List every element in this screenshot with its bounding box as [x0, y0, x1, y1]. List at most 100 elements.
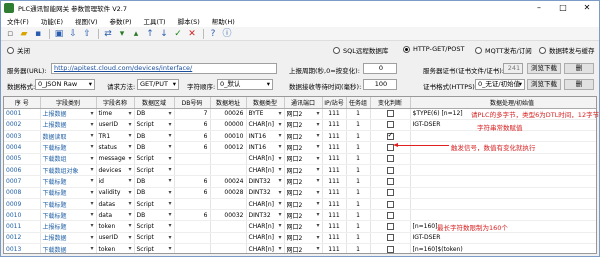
table-cell[interactable]: devices — [96, 164, 135, 177]
table-cell[interactable]: 1 — [346, 141, 371, 154]
checkbox[interactable] — [386, 131, 394, 140]
table-cell[interactable] — [410, 209, 596, 222]
checkbox[interactable] — [386, 177, 394, 185]
table-cell[interactable]: 111 — [322, 119, 347, 132]
table-cell[interactable]: 111 — [322, 232, 347, 245]
table-cell[interactable]: 下载标题 — [40, 209, 97, 222]
mode-off-radio[interactable]: 关闭 — [7, 45, 30, 55]
table-cell[interactable]: 111 — [322, 164, 347, 177]
table-cell[interactable]: DINT32 — [246, 187, 285, 199]
table-cell[interactable]: 1 — [346, 187, 371, 199]
table-cell[interactable] — [210, 164, 247, 177]
help-icon[interactable]: ? — [207, 28, 219, 40]
table-cell[interactable]: datas — [96, 198, 135, 211]
table-cell[interactable]: 下载标题 — [40, 175, 97, 188]
minimize-icon[interactable]: – — [527, 1, 551, 15]
write-icon[interactable]: ▴ — [130, 28, 142, 40]
table-cell[interactable]: 网口2 — [284, 141, 323, 154]
table-cell[interactable]: Script — [134, 153, 175, 165]
menu-file[interactable]: 文件(F) — [1, 16, 35, 26]
table-cell[interactable]: DB — [134, 187, 175, 199]
data-format-select[interactable]: 0_JSON Raw — [35, 79, 95, 90]
table-cell[interactable]: 6 — [174, 175, 211, 188]
table-cell[interactable]: 111 — [322, 187, 347, 199]
table-cell[interactable]: 1 — [346, 198, 371, 211]
column-header[interactable]: 数据地址 — [210, 97, 247, 109]
connect-icon[interactable]: ⇄ — [102, 28, 114, 40]
change-detect-checkbox[interactable] — [370, 164, 411, 177]
table-cell[interactable]: 111 — [322, 209, 347, 222]
table-cell[interactable]: 6 — [174, 209, 211, 222]
table-cell[interactable]: INT16 — [246, 130, 285, 143]
table-row[interactable]: 0003数据读取TR1DB600010INT16网口21111 — [4, 130, 596, 143]
table-row[interactable]: 0012上报数据userIDScriptCHAR[n]网口21111IGT-DS… — [4, 232, 596, 245]
column-header[interactable]: 任务组 — [346, 97, 371, 109]
change-detect-checkbox[interactable] — [370, 108, 411, 120]
table-cell[interactable]: 1 — [346, 209, 371, 222]
table-cell[interactable]: 6 — [174, 130, 211, 143]
table-cell[interactable]: CHAR[n] — [246, 243, 285, 253]
table-row[interactable]: 0011上报标题tokenScriptCHAR[n]网口21111[n=160] — [4, 220, 596, 233]
table-cell[interactable]: 网口2 — [284, 220, 323, 233]
table-cell[interactable]: 1 — [346, 232, 371, 245]
change-detect-checkbox[interactable] — [370, 153, 411, 165]
table-cell[interactable]: 下载数组 — [40, 153, 97, 165]
checkbox[interactable] — [386, 223, 394, 231]
table-cell[interactable] — [210, 198, 247, 211]
table-cell[interactable]: 下载标题 — [40, 198, 97, 211]
mode-forward-radio[interactable]: 数据转发与缓存 — [539, 45, 595, 55]
table-cell[interactable]: 0012 — [4, 232, 41, 245]
check-icon[interactable]: ✓ — [172, 28, 184, 40]
table-row[interactable]: 0008下载标题validityDB600028DINT32网口21111 — [4, 187, 596, 199]
table-cell[interactable]: 111 — [322, 243, 347, 253]
table-cell[interactable]: 6 — [174, 119, 211, 132]
table-cell[interactable]: 6 — [174, 141, 211, 154]
table-cell[interactable]: 0005 — [4, 153, 41, 165]
table-cell[interactable]: 0008 — [4, 187, 41, 199]
table-cell[interactable]: message — [96, 153, 135, 165]
checkbox[interactable] — [386, 234, 394, 242]
table-cell[interactable]: 0006 — [4, 164, 41, 177]
close-icon[interactable]: ✕ — [575, 1, 599, 15]
table-cell[interactable]: 00024 — [210, 175, 247, 188]
table-cell[interactable]: 111 — [322, 130, 347, 143]
change-detect-checkbox[interactable] — [370, 141, 411, 154]
table-cell[interactable]: CHAR[n] — [246, 232, 285, 245]
menu-parameters[interactable]: 参数(P) — [104, 16, 138, 26]
table-cell[interactable]: CHAR[n] — [246, 220, 285, 233]
table-cell[interactable]: 上报数据 — [40, 108, 97, 120]
table-cell[interactable]: token — [96, 220, 135, 233]
table-cell[interactable]: 0007 — [4, 175, 41, 188]
table-cell[interactable]: 网口2 — [284, 108, 323, 120]
table-cell[interactable]: 网口2 — [284, 232, 323, 245]
about-icon[interactable]: ⓘ — [221, 28, 233, 40]
table-cell[interactable]: Script — [134, 164, 175, 177]
table-cell[interactable]: DB — [134, 209, 175, 222]
table-cell[interactable]: 111 — [322, 198, 347, 211]
table-cell[interactable]: Script — [134, 232, 175, 245]
table-cell[interactable]: 111 — [322, 153, 347, 165]
table-cell[interactable]: userID — [96, 119, 135, 132]
change-detect-checkbox[interactable] — [370, 243, 411, 253]
table-cell[interactable]: CHAR[n] — [246, 164, 285, 177]
read-icon[interactable]: ▾ — [116, 28, 128, 40]
checkbox[interactable] — [386, 189, 394, 197]
table-cell[interactable] — [410, 187, 596, 199]
table-cell[interactable]: 1 — [346, 175, 371, 188]
column-header[interactable]: 数据类型 — [246, 97, 285, 109]
maximize-icon[interactable]: □ — [551, 1, 575, 15]
request-method-select[interactable]: GET/PUT — [137, 79, 179, 90]
table-cell[interactable] — [174, 164, 211, 177]
table-cell[interactable] — [410, 198, 596, 211]
table-cell[interactable]: DB — [134, 108, 175, 120]
table-cell[interactable]: 下载数据 — [40, 243, 97, 253]
column-header[interactable]: 字段类别 — [40, 97, 97, 109]
table-cell[interactable]: Script — [134, 119, 175, 132]
table-cell[interactable] — [210, 243, 247, 253]
table-cell[interactable]: 网口2 — [284, 153, 323, 165]
table-cell[interactable] — [174, 232, 211, 245]
table-cell[interactable]: 网口2 — [284, 119, 323, 132]
open-folder-icon[interactable]: ▰ — [18, 28, 30, 40]
table-cell[interactable] — [210, 220, 247, 233]
table-cell[interactable]: 1 — [346, 243, 371, 253]
